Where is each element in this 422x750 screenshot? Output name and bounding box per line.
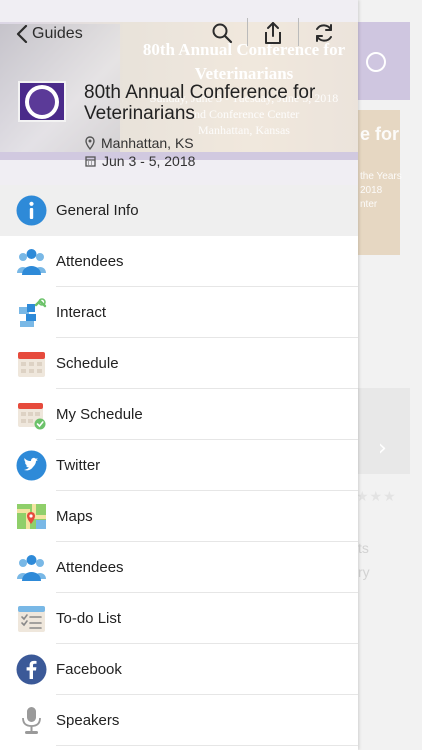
menu-item-my-schedule[interactable]: My Schedule bbox=[0, 389, 358, 440]
date-row: Jun 3 - 5, 2018 bbox=[85, 153, 195, 169]
share-icon[interactable] bbox=[260, 20, 286, 46]
attendees-icon bbox=[17, 249, 46, 275]
refresh-icon[interactable] bbox=[311, 20, 337, 46]
background-card bbox=[358, 388, 410, 474]
menu-item-label: Facebook bbox=[56, 661, 122, 678]
background-text: ts bbox=[358, 540, 369, 556]
back-label: Guides bbox=[32, 25, 83, 42]
background-banner-small: the Years 2018 nter bbox=[360, 171, 402, 210]
facebook-icon bbox=[16, 654, 47, 685]
guide-logo bbox=[18, 81, 66, 122]
guide-menu: General Info Attendees Interact Schedule… bbox=[0, 185, 358, 746]
menu-item-todo-list[interactable]: To-do List bbox=[0, 593, 358, 644]
menu-item-label: Maps bbox=[56, 508, 93, 525]
divider bbox=[247, 18, 248, 46]
menu-item-label: Speakers bbox=[56, 712, 120, 729]
menu-item-general-info[interactable]: General Info bbox=[0, 185, 358, 236]
location-row: Manhattan, KS bbox=[85, 135, 194, 151]
date-text: Jun 3 - 5, 2018 bbox=[102, 153, 196, 169]
menu-item-label: Twitter bbox=[56, 457, 101, 474]
guide-header: 80th Annual Conference for Veterinarians… bbox=[0, 0, 358, 185]
back-button[interactable]: Guides bbox=[16, 24, 83, 44]
interact-icon bbox=[19, 298, 47, 327]
user-icon[interactable] bbox=[366, 52, 386, 72]
info-icon bbox=[16, 195, 47, 226]
menu-item-label: My Schedule bbox=[56, 406, 143, 423]
calendar-small-icon bbox=[85, 156, 96, 167]
menu-item-label: Attendees bbox=[56, 559, 124, 576]
search-icon[interactable] bbox=[209, 20, 235, 46]
side-drawer: 80th Annual Conference for Veterinarians… bbox=[0, 0, 358, 750]
map-icon bbox=[17, 504, 46, 529]
menu-item-interact[interactable]: Interact bbox=[0, 287, 358, 338]
menu-item-label: Interact bbox=[56, 304, 107, 321]
attendees-icon bbox=[17, 555, 46, 581]
guide-title: 80th Annual Conference for Veterinarians bbox=[84, 82, 316, 124]
menu-item-facebook[interactable]: Facebook bbox=[0, 644, 358, 695]
menu-item-schedule[interactable]: Schedule bbox=[0, 338, 358, 389]
my-schedule-icon bbox=[18, 403, 46, 430]
todo-icon bbox=[18, 606, 45, 632]
chevron-left-icon bbox=[16, 25, 28, 43]
location-text: Manhattan, KS bbox=[101, 135, 194, 151]
menu-item-label: General Info bbox=[56, 202, 139, 219]
rating-stars: ★★★ bbox=[356, 489, 397, 505]
background-text: ry bbox=[358, 564, 370, 580]
location-pin-icon bbox=[85, 136, 95, 150]
menu-item-label: Attendees bbox=[56, 253, 124, 270]
menu-item-label: Schedule bbox=[56, 355, 119, 372]
calendar-icon bbox=[18, 352, 45, 377]
menu-item-attendees[interactable]: Attendees bbox=[0, 236, 358, 287]
background-banner-text: e for bbox=[360, 124, 400, 144]
twitter-icon bbox=[16, 450, 47, 481]
chevron-right-icon[interactable]: › bbox=[378, 436, 387, 461]
menu-item-maps[interactable]: Maps bbox=[0, 491, 358, 542]
menu-item-attendees-2[interactable]: Attendees bbox=[0, 542, 358, 593]
menu-item-label: To-do List bbox=[56, 610, 122, 627]
logo-seal bbox=[25, 84, 59, 119]
divider bbox=[298, 18, 299, 46]
microphone-icon bbox=[22, 707, 41, 734]
menu-item-speakers[interactable]: Speakers bbox=[0, 695, 358, 746]
menu-item-twitter[interactable]: Twitter bbox=[0, 440, 358, 491]
